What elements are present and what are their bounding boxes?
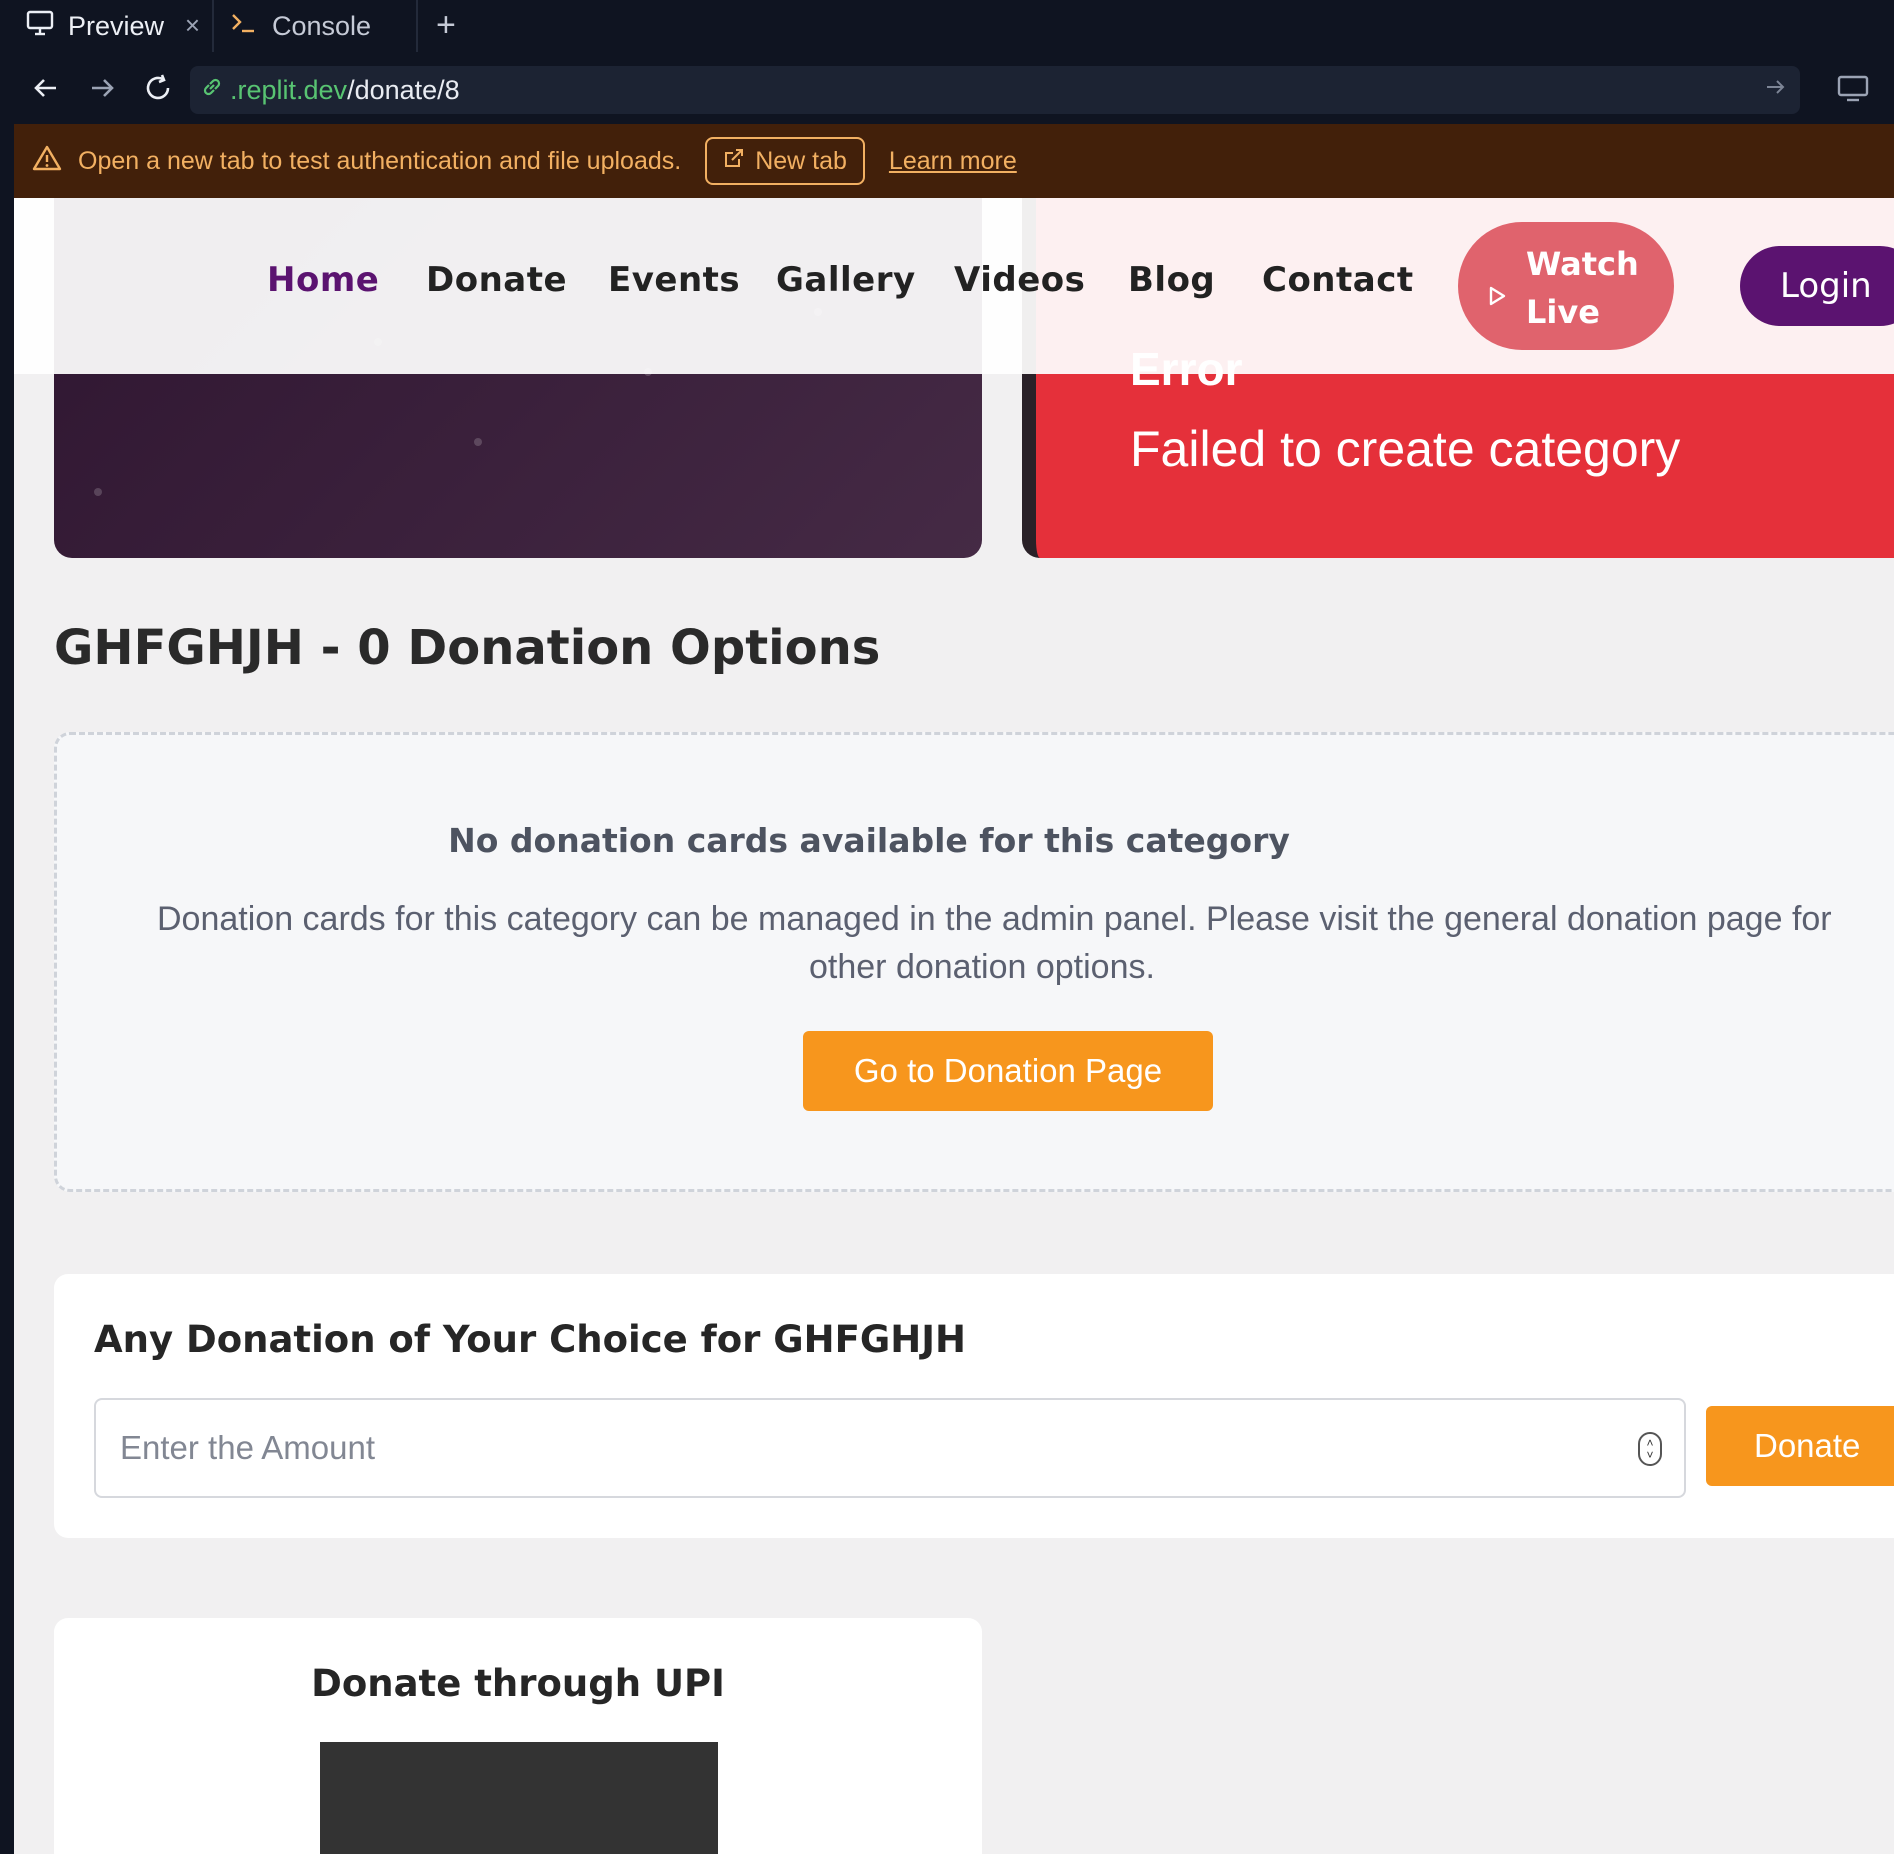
nav-events[interactable]: Events	[608, 260, 740, 300]
terminal-icon	[230, 11, 258, 42]
window-edge	[0, 52, 14, 1854]
donate-button[interactable]: Donate	[1706, 1406, 1894, 1486]
watch-live-label: Watch Live	[1526, 240, 1656, 336]
auth-warning-banner: Open a new tab to test authentication an…	[14, 124, 1894, 198]
hero-particle	[474, 438, 482, 446]
link-icon	[200, 75, 224, 106]
url-bar[interactable]: .replit.dev/donate/8	[190, 66, 1800, 114]
tab-label: Console	[272, 10, 372, 41]
amount-input[interactable]	[94, 1398, 1686, 1498]
number-stepper-icon[interactable]: ˄ ˅	[1638, 1432, 1662, 1466]
plus-icon[interactable]: +	[436, 6, 456, 45]
go-to-donation-page-button[interactable]: Go to Donation Page	[803, 1031, 1213, 1111]
device-preview-icon[interactable]	[1836, 74, 1870, 107]
custom-donation-card: Any Donation of Your Choice for GHFGHJH …	[54, 1274, 1894, 1538]
watch-live-line: Live	[1526, 293, 1600, 331]
tab-divider	[416, 0, 418, 52]
upi-qr-image	[320, 1742, 718, 1854]
site-navbar: Home Donate Events Gallery Videos Blog C…	[14, 198, 1894, 374]
chevron-down-icon: ˅	[1646, 1448, 1654, 1462]
back-arrow-icon[interactable]	[24, 66, 68, 110]
page-title: GHFGHJH - 0 Donation Options	[54, 620, 881, 676]
login-button[interactable]: Login	[1740, 246, 1894, 326]
nav-blog[interactable]: Blog	[1128, 260, 1215, 300]
nav-donate[interactable]: Donate	[426, 260, 567, 300]
nav-gallery[interactable]: Gallery	[776, 260, 916, 300]
forward-arrow-icon[interactable]	[80, 66, 124, 110]
warning-icon	[32, 144, 62, 179]
description-line: Donation cards for this category can be …	[157, 900, 1832, 938]
external-link-icon	[723, 147, 745, 176]
description-line: other donation options.	[809, 948, 1155, 986]
tab-label: Preview	[68, 10, 165, 41]
browser-tab-bar: Preview × Console +	[0, 0, 1894, 52]
toast-message: Failed to create category	[1130, 421, 1681, 477]
nav-contact[interactable]: Contact	[1262, 260, 1414, 300]
tab-divider	[212, 0, 214, 52]
browser-address-row: .replit.dev/donate/8	[0, 52, 1894, 124]
nav-home[interactable]: Home	[267, 260, 379, 300]
empty-state-panel: No donation cards available for this cat…	[54, 732, 1894, 1192]
close-icon[interactable]: ×	[185, 10, 200, 41]
new-tab-label: New tab	[755, 146, 847, 175]
page-viewport: Error Failed to create category Home Don…	[14, 198, 1894, 1854]
upi-title: Donate through UPI	[311, 1662, 725, 1705]
watch-live-button[interactable]: Watch Live	[1458, 222, 1674, 350]
watch-live-line: Watch	[1526, 245, 1639, 283]
hero-particle	[94, 488, 102, 496]
nav-videos[interactable]: Videos	[954, 260, 1085, 300]
tab-console[interactable]: Console	[216, 0, 416, 52]
new-tab-button[interactable]: New tab	[705, 137, 865, 185]
learn-more-link[interactable]: Learn more	[889, 147, 1017, 176]
monitor-icon	[26, 10, 54, 43]
empty-state-description: Donation cards for this category can be …	[157, 895, 1857, 991]
screen: Preview × Console + .replit.dev/donate/8	[0, 0, 1894, 1854]
custom-donation-title: Any Donation of Your Choice for GHFGHJH	[94, 1318, 966, 1361]
tab-preview[interactable]: Preview ×	[0, 0, 212, 52]
play-icon	[1488, 276, 1506, 314]
banner-message: Open a new tab to test authentication an…	[78, 146, 682, 175]
url-domain: .replit.dev	[230, 74, 348, 105]
empty-state-title: No donation cards available for this cat…	[448, 821, 1290, 860]
go-arrow-icon[interactable]	[1764, 74, 1786, 105]
reload-icon[interactable]	[136, 66, 180, 110]
upi-donation-card: Donate through UPI	[54, 1618, 982, 1854]
url-path: /donate/8	[347, 74, 460, 105]
